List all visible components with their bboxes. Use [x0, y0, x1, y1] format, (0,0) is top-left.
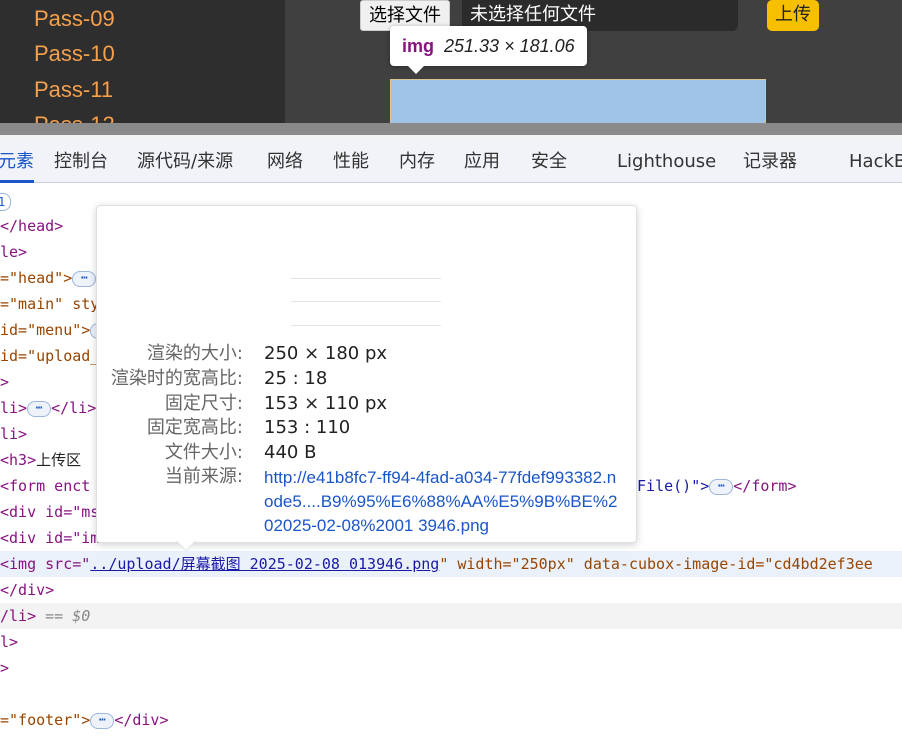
pass-link-11[interactable]: Pass-11 [34, 77, 113, 103]
preview-row-rendered-size: 渲染的大小: 250 × 180 px [97, 341, 636, 366]
tab-security[interactable]: 安全 [531, 141, 567, 182]
preview-key: 渲染的大小: [146, 343, 243, 364]
tab-application[interactable]: 应用 [464, 141, 500, 182]
dom-line[interactable]: ="main" sty [0, 291, 99, 317]
preview-key: 固定尺寸: [164, 393, 243, 414]
line-text: <form enct [0, 477, 91, 495]
dom-line[interactable]: l> [0, 629, 18, 655]
dom-line[interactable]: le> [0, 239, 27, 265]
preview-row-intrinsic-ratio: 固定宽高比: 153 : 110 [97, 415, 636, 440]
line-text: </div> [0, 581, 55, 599]
upload-button[interactable]: 上传 [767, 0, 819, 31]
line-text: <div id="im [0, 529, 100, 547]
dom-line[interactable]: > [0, 655, 9, 681]
preview-key: 固定宽高比: [146, 417, 243, 438]
inspected-image-highlight [390, 79, 766, 123]
pass-sidebar: Pass-09 Pass-10 Pass-11 Pass-12 [0, 0, 285, 123]
dom-line[interactable]: li> ⋯ </li> [0, 395, 96, 421]
preview-value: 153 : 110 [264, 417, 351, 438]
dom-line-current[interactable]: /li> == $0 [0, 603, 902, 629]
line-text: ="head"> [0, 269, 73, 287]
line-text: /li> [0, 607, 37, 625]
tooltip-dimensions: 251.33 × 181.06 [444, 36, 575, 56]
line-text: " width="250px" data-cubox-image-id="cd4… [439, 555, 873, 573]
line-text: id="menu"> [0, 321, 91, 339]
dom-line[interactable]: <div id="ms [0, 499, 99, 525]
line-text: kFile()"> [628, 477, 710, 495]
preview-key: 文件大小: [164, 442, 243, 463]
preview-key: 当前来源: [164, 466, 243, 487]
dom-line[interactable]: ="footer"> ⋯ </div> [0, 707, 169, 733]
line-text: <div id="ms [0, 503, 100, 521]
line-text: ="footer"> [0, 711, 91, 729]
dom-line[interactable]: id="upload_p [0, 343, 108, 369]
tab-console[interactable]: 控制台 [54, 141, 108, 182]
line-badge[interactable]: 1 [0, 193, 12, 211]
tab-elements[interactable]: 元素 [0, 141, 34, 183]
tab-recorder[interactable]: 记录器 [743, 141, 797, 182]
line-text: <img src=" [0, 555, 91, 573]
tab-memory[interactable]: 内存 [399, 141, 435, 182]
preview-row-file-size: 文件大小: 440 B [97, 440, 636, 465]
line-text: le> [0, 243, 28, 261]
preview-value: 25 : 18 [264, 368, 328, 389]
pass-link-10[interactable]: Pass-10 [34, 41, 115, 67]
line-text: </form> [733, 477, 797, 495]
line-text: li> [0, 399, 28, 417]
ellipsis-button[interactable]: ⋯ [709, 478, 734, 495]
element-tooltip: img 251.33 × 181.06 [390, 26, 587, 74]
preview-row-intrinsic-size: 固定尺寸: 153 × 110 px [97, 391, 636, 416]
tab-network[interactable]: 网络 [267, 141, 303, 182]
dom-line[interactable]: > [0, 369, 9, 395]
ellipsis-button[interactable]: ⋯ [90, 712, 115, 729]
ellipsis-button[interactable]: ⋯ [72, 270, 97, 287]
dom-line[interactable]: <h3>上传区 [0, 447, 81, 473]
tab-sources[interactable]: 源代码/来源 [137, 141, 233, 182]
line-text: </li> [51, 399, 97, 417]
console-ref: == $0 [36, 607, 91, 625]
preview-arrow [176, 540, 196, 550]
preview-value: 153 × 110 px [264, 393, 388, 414]
preview-value: 440 B [264, 442, 317, 463]
line-text: > [0, 373, 10, 391]
line-text: 上传区 [36, 451, 82, 469]
preview-row-rendered-ratio: 渲染时的宽高比: 25 : 18 [97, 366, 636, 391]
pass-link-09[interactable]: Pass-09 [34, 6, 115, 32]
dom-line[interactable]: 1 [0, 188, 12, 214]
line-text: l> [0, 633, 19, 651]
img-src-link[interactable]: ../upload/屏幕截图 2025-02-08 013946.png [90, 555, 439, 573]
tab-hackbar[interactable]: HackBar [849, 141, 902, 182]
line-text: ="main" sty [0, 295, 100, 313]
tab-performance[interactable]: 性能 [333, 141, 369, 182]
tooltip-arrow [408, 66, 424, 74]
dom-line-img-selected[interactable]: <img src="../upload/屏幕截图 2025-02-08 0139… [0, 551, 902, 577]
tooltip-tag: img [402, 36, 435, 56]
line-text: <h3> [0, 451, 37, 469]
tab-lighthouse[interactable]: Lighthouse [617, 141, 716, 182]
line-text: </div> [114, 711, 169, 729]
line-text: id="upload_p [0, 347, 109, 365]
devtools-tabbar: 元素 控制台 源代码/来源 网络 性能 内存 应用 安全 Lighthouse … [0, 141, 902, 183]
preview-value: 250 × 180 px [264, 343, 388, 364]
line-text: li> [0, 425, 28, 443]
preview-source-link[interactable]: http://e41b8fc7-ff94-4fad-a034-77fdef993… [264, 466, 624, 538]
dom-line[interactable]: </head> [0, 213, 63, 239]
dom-line[interactable]: ="head"> ⋯ [0, 265, 97, 291]
dom-line[interactable]: </div> [0, 577, 54, 603]
preview-key: 渲染时的宽高比: [110, 368, 243, 389]
dom-line[interactable]: <div id="im [0, 525, 99, 551]
pass-link-12[interactable]: Pass-12 [34, 112, 115, 123]
dom-line[interactable]: li> [0, 421, 27, 447]
line-text: > [0, 659, 10, 677]
line-text: </head> [0, 217, 64, 235]
webpage-viewport: Pass-09 Pass-10 Pass-11 Pass-12 选择文件 未选择… [0, 0, 902, 123]
ellipsis-button[interactable]: ⋯ [27, 400, 52, 417]
image-thumbnail [291, 278, 441, 326]
image-preview-popover: 渲染的大小: 250 × 180 px 渲染时的宽高比: 25 : 18 固定尺寸:… [96, 205, 637, 543]
panel-resize-handle[interactable] [0, 123, 902, 135]
